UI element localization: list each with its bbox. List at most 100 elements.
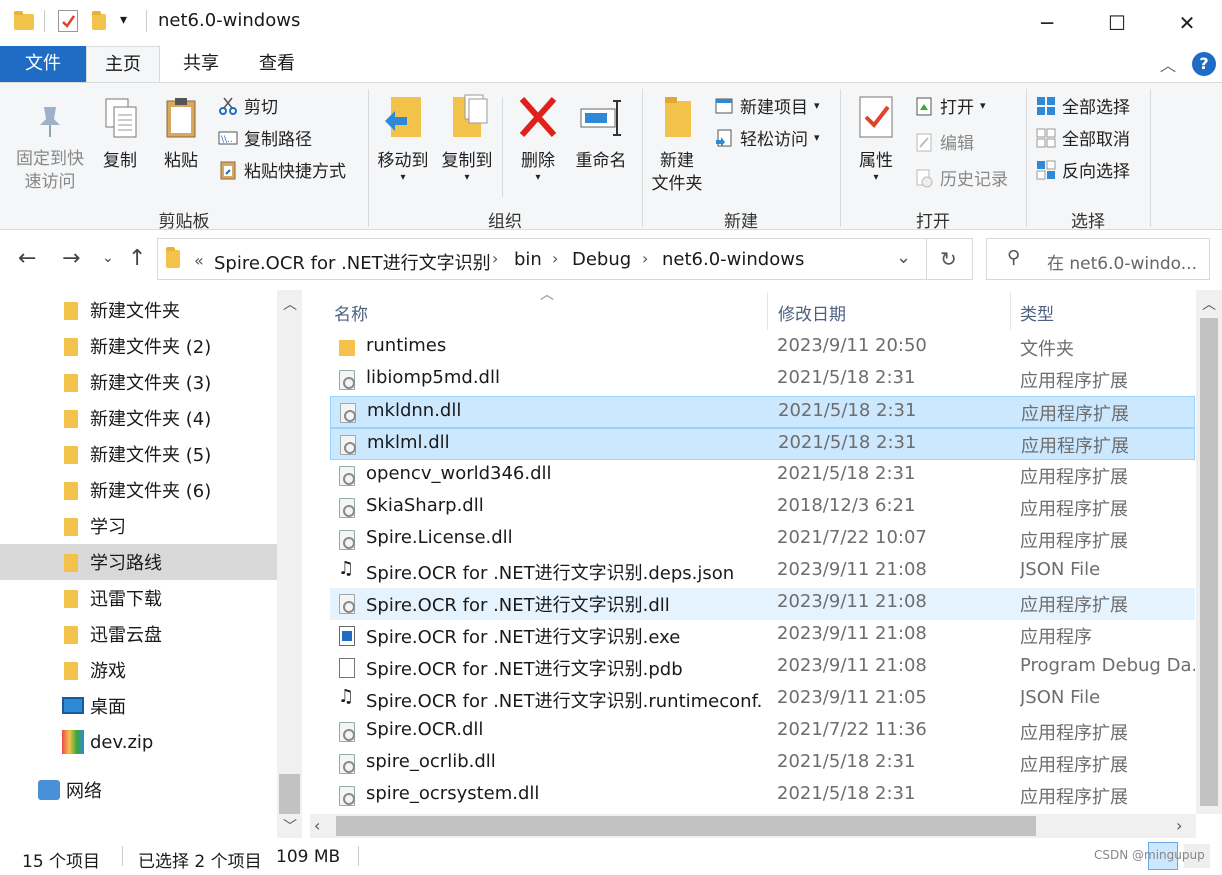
file-row[interactable]: SkiaSharp.dll 2018/12/3 6:21 应用程序扩展 (330, 492, 1195, 524)
new-folder-quick-icon[interactable] (92, 11, 114, 36)
copy-to-button[interactable]: 复制到 ▾ (436, 93, 498, 183)
maximize-button[interactable]: ☐ (1082, 0, 1152, 46)
nav-item[interactable]: 迅雷云盘 (0, 616, 277, 652)
nav-item[interactable]: 新建文件夹 (2) (0, 328, 277, 364)
nav-item[interactable]: 桌面 (0, 688, 277, 724)
minimize-button[interactable]: ─ (1012, 0, 1082, 46)
breadcrumb-item[interactable]: Spire.OCR for .NET进行文字识别 (214, 249, 491, 275)
file-row[interactable]: runtimes 2023/9/11 20:50 文件夹 (330, 332, 1195, 364)
divider (926, 239, 927, 279)
nav-item[interactable]: dev.zip (0, 724, 277, 760)
tab-home[interactable]: 主页 (86, 46, 160, 83)
column-header-name[interactable]: 名称 (334, 300, 368, 325)
nav-item[interactable]: 新建文件夹 (6) (0, 472, 277, 508)
file-row[interactable]: opencv_world346.dll 2021/5/18 2:31 应用程序扩展 (330, 460, 1195, 492)
copy-path-button[interactable]: \\.. 复制路径 (218, 125, 312, 150)
navigation-pane: 新建文件夹 新建文件夹 (2) 新建文件夹 (3) 新建文件夹 (4) 新建文件… (0, 290, 302, 838)
file-name: spire_ocrsystem.dll (366, 783, 540, 804)
column-header-date[interactable]: 修改日期 (778, 300, 846, 325)
properties-button[interactable]: 属性 ▾ (848, 93, 904, 183)
scroll-right-icon[interactable]: › (1176, 816, 1182, 835)
edit-button[interactable]: 编辑 (914, 129, 974, 154)
refresh-icon[interactable]: ↻ (940, 247, 957, 271)
file-row[interactable]: Spire.OCR for .NET进行文字识别.pdb 2023/9/11 21… (330, 652, 1195, 684)
customize-toolbar-icon[interactable]: ▾ (120, 12, 142, 34)
file-row[interactable]: Spire.OCR for .NET进行文字识别.exe 2023/9/11 21… (330, 620, 1195, 652)
pin-quick-access-button[interactable]: 固定到快 速访问 (8, 101, 92, 194)
open-button[interactable]: 打开 ▾ (914, 93, 986, 118)
copy-button[interactable]: 复制 (94, 95, 146, 173)
file-row[interactable]: ♫ Spire.OCR for .NET进行文字识别.runtimeconf...… (330, 684, 1195, 716)
help-button[interactable]: ? (1192, 52, 1216, 76)
nav-item[interactable]: 新建文件夹 (4) (0, 400, 277, 436)
chevron-right-icon[interactable]: › (492, 249, 498, 268)
column-header-type[interactable]: 类型 (1020, 300, 1054, 325)
breadcrumb-overflow[interactable]: « (194, 251, 204, 270)
up-arrow-icon[interactable]: ↑ (128, 246, 146, 271)
tab-share[interactable]: 共享 (164, 46, 238, 82)
nav-item-selected[interactable]: 学习路线 (0, 544, 277, 580)
dropdown-arrow-icon: ▾ (535, 172, 541, 183)
chevron-right-icon[interactable]: › (552, 249, 558, 268)
address-bar[interactable]: « Spire.OCR for .NET进行文字识别 › bin › Debug… (157, 238, 973, 280)
breadcrumb-item[interactable]: bin (514, 249, 542, 270)
tab-file[interactable]: 文件 (0, 46, 86, 82)
file-row-selected[interactable]: mklml.dll 2021/5/18 2:31 应用程序扩展 (330, 428, 1195, 460)
chevron-up-icon[interactable]: ︿ (1160, 52, 1176, 76)
scroll-left-icon[interactable]: ‹ (314, 816, 320, 835)
file-row[interactable]: libiomp5md.dll 2021/5/18 2:31 应用程序扩展 (330, 364, 1195, 396)
paste-shortcut-button[interactable]: 粘贴快捷方式 (218, 157, 346, 182)
nav-item[interactable]: 新建文件夹 (0, 292, 277, 328)
file-row[interactable]: Spire.OCR.dll 2021/7/22 11:36 应用程序扩展 (330, 716, 1195, 748)
scrollbar-thumb[interactable] (1200, 318, 1218, 806)
properties-quick-icon[interactable] (58, 10, 78, 32)
delete-button[interactable]: 删除 ▾ (510, 93, 566, 183)
search-input[interactable]: ⚲ 在 net6.0-windo... (986, 238, 1210, 280)
nav-item[interactable]: 新建文件夹 (3) (0, 364, 277, 400)
chevron-right-icon[interactable]: › (642, 249, 648, 268)
nav-item[interactable]: 迅雷下载 (0, 580, 277, 616)
select-none-button[interactable]: 全部取消 (1036, 125, 1130, 150)
scrollbar-thumb[interactable] (279, 774, 300, 814)
nav-item[interactable]: 网络 (0, 772, 277, 808)
scroll-up-icon[interactable]: ︿ (283, 294, 297, 314)
rename-button[interactable]: 重命名 (568, 93, 634, 173)
move-to-button[interactable]: 移动到 ▾ (372, 93, 434, 183)
scroll-up-icon[interactable]: ︿ (1202, 294, 1216, 314)
file-date: 2021/5/18 2:31 (777, 783, 916, 804)
nav-scrollbar[interactable]: ︿ ﹀ (277, 290, 302, 838)
folder-icon (64, 626, 78, 644)
nav-item[interactable]: 学习 (0, 508, 277, 544)
dropdown-arrow-icon: ▾ (873, 172, 879, 183)
forward-arrow-icon[interactable]: → (62, 246, 80, 271)
close-button[interactable]: ✕ (1152, 0, 1222, 46)
nav-item[interactable]: 游戏 (0, 652, 277, 688)
file-row-selected[interactable]: mkldnn.dll 2021/5/18 2:31 应用程序扩展 (330, 396, 1195, 428)
select-all-button[interactable]: 全部选择 (1036, 93, 1130, 118)
tab-view[interactable]: 查看 (240, 46, 314, 82)
history-button[interactable]: 历史记录 (914, 165, 1008, 190)
invert-selection-button[interactable]: 反向选择 (1036, 157, 1130, 182)
file-row-hover[interactable]: Spire.OCR for .NET进行文字识别.dll 2023/9/11 21… (330, 588, 1195, 620)
breadcrumb-item[interactable]: net6.0-windows (662, 249, 804, 270)
nav-item[interactable]: 新建文件夹 (5) (0, 436, 277, 472)
group-label-clipboard: 剪贴板 (158, 212, 210, 232)
easy-access-button[interactable]: 轻松访问 ▾ (714, 125, 820, 150)
paste-button[interactable]: 粘贴 (154, 95, 208, 173)
new-folder-button[interactable]: 新建 文件夹 (646, 93, 708, 196)
file-row[interactable]: spire_ocrsystem.dll 2021/5/18 2:31 应用程序扩展 (330, 780, 1195, 812)
breadcrumb-item[interactable]: Debug (572, 249, 631, 270)
new-folder-icon (665, 97, 691, 137)
divider[interactable] (767, 292, 768, 330)
back-arrow-icon[interactable]: ← (18, 246, 36, 271)
divider[interactable] (1010, 292, 1011, 330)
chevron-down-icon[interactable]: ⌄ (896, 247, 911, 268)
new-item-button[interactable]: 新建项目 ▾ (714, 93, 820, 118)
scroll-down-icon[interactable]: ﹀ (283, 816, 297, 836)
scrollbar-thumb[interactable] (336, 816, 1036, 836)
file-row[interactable]: ♫ Spire.OCR for .NET进行文字识别.deps.json 2023/… (330, 556, 1195, 588)
cut-button[interactable]: 剪切 (218, 93, 278, 118)
recent-locations-icon[interactable]: ⌄ (102, 250, 114, 266)
file-row[interactable]: spire_ocrlib.dll 2021/5/18 2:31 应用程序扩展 (330, 748, 1195, 780)
file-row[interactable]: Spire.License.dll 2021/7/22 10:07 应用程序扩展 (330, 524, 1195, 556)
